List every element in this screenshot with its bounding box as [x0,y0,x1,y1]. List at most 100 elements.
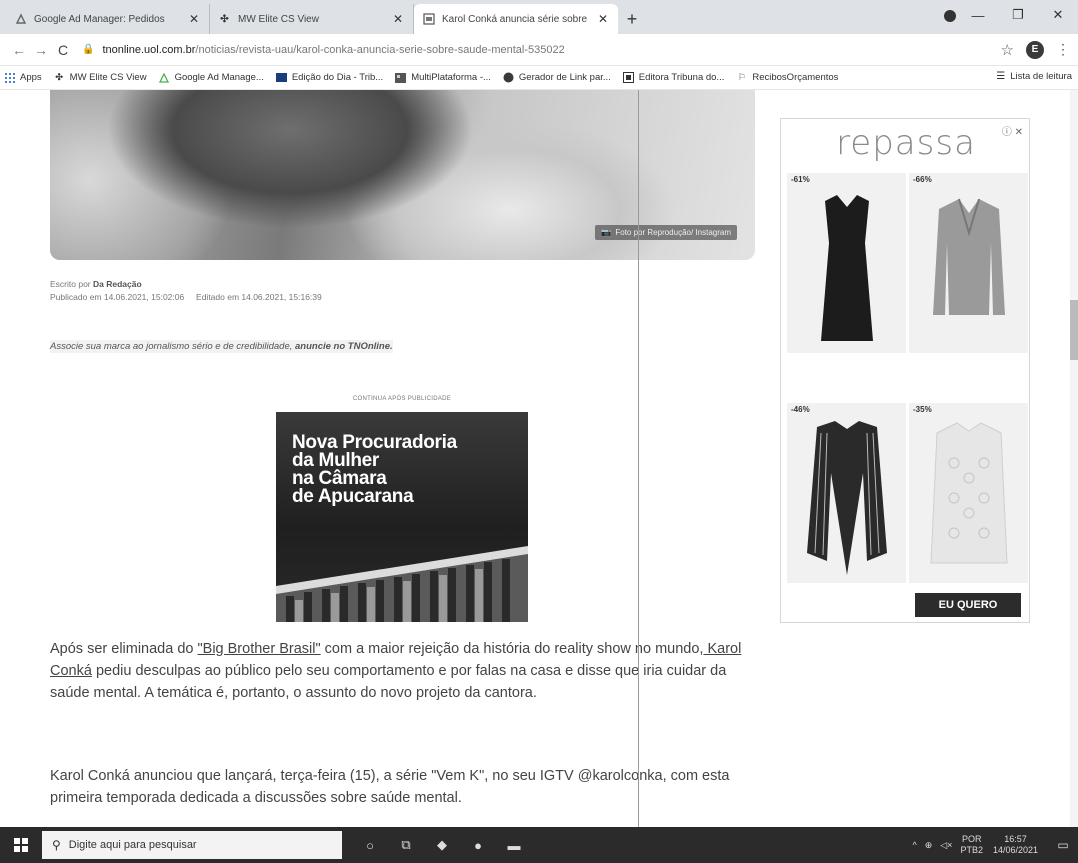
forward-icon[interactable]: → [30,42,52,58]
article-paragraph-2: Karol Conká anunciou que lançará, terça-… [50,768,730,806]
browser-toolbar: ← → C 🔒 tnonline.uol.com.br/noticias/rev… [0,34,1078,66]
article-paragraph-1: Após ser eliminada do "Big Brother Brasi… [50,641,742,701]
notification-icon[interactable]: ▭ [1048,838,1078,852]
app-taskbar-icon[interactable]: ● [460,838,496,853]
article-byline: Escrito por Da Redação Publicado em 14.0… [50,278,322,304]
bookmarks-bar: Apps ✣ MW Elite CS View Google Ad Manage… [0,66,1078,90]
lock-icon: 🔒 [82,44,95,55]
article-hero-image: 📷 Foto por Reprodução/ Instagram [50,90,755,260]
windows-logo-icon [14,838,28,852]
bookmark-label: Editora Tribuna do... [638,72,725,83]
eu-quero-button[interactable]: EU QUERO [915,593,1021,617]
bookmark-label: RecibosOrçamentos [752,72,839,83]
inline-ad-banner[interactable]: Nova Procuradoria da Mulher na Câmara de… [276,412,528,622]
bookmark-gerador-de-link[interactable]: Gerador de Link par... [503,72,611,83]
window-controls: — ❐ ✕ [958,0,1078,30]
product-card[interactable]: -61% [787,173,906,353]
close-tab-icon[interactable]: ✕ [596,12,610,26]
extension-icon[interactable] [944,10,956,22]
reading-list-button[interactable]: ☰ Lista de leitura [996,71,1072,82]
ad-brand-logo: repassa [836,123,976,163]
bookmark-mw-elite[interactable]: ✣ MW Elite CS View [54,72,147,83]
task-view-icon[interactable]: ⧉ [388,837,424,853]
scrollbar-thumb[interactable] [1070,300,1078,360]
whatsapp-icon [503,72,514,83]
search-icon: ⚲ [52,838,61,852]
file-explorer-icon[interactable]: ▬ [496,838,532,853]
chevron-up-icon[interactable]: ^ [912,840,916,850]
close-tab-icon[interactable]: ✕ [391,12,405,26]
promo-text: Associe sua marca ao jornalismo sério e … [50,341,293,352]
published-date: Publicado em 14.06.2021, 15:02:06 [50,292,185,302]
reading-list-icon: ☰ [996,71,1006,82]
edicao-icon [275,72,287,83]
discount-badge: -61% [791,175,810,184]
camera-icon: 📷 [601,228,612,237]
volume-icon[interactable]: ◁× [940,840,952,851]
editora-icon [622,72,634,83]
mw-icon: ✣ [220,13,229,25]
bookmark-label: MW Elite CS View [69,72,147,83]
bookmark-label: Apps [20,72,42,83]
tab-title: Karol Conká anuncia série sobre [442,13,588,25]
page-content: 📷 Foto por Reprodução/ Instagram Escrito… [0,90,1078,827]
ad-manager-icon [14,13,27,26]
taskbar-search-input[interactable]: ⚲ Digite aqui para pesquisar [42,831,342,859]
lace-top-image [930,422,1008,564]
tab-title: Google Ad Manager: Pedidos [34,13,165,25]
bookmark-editora-tribuna[interactable]: Editora Tribuna do... [622,72,725,83]
system-tray: ^ ⊕ ◁× POR PTB2 16:57 14/06/2021 ▭ [912,827,1078,863]
bookmark-label: MultiPlataforma -... [411,72,491,83]
close-tab-icon[interactable]: ✕ [187,12,201,26]
tab-mw-elite[interactable]: ✣ MW Elite CS View ✕ [210,4,414,34]
edited-date: Editado em 14.06.2021, 15:16:39 [196,292,322,302]
bookmark-edicao-do-dia[interactable]: Edição do Dia - Trib... [275,72,384,83]
reload-icon[interactable]: C [52,42,74,58]
bookmark-multiplataforma[interactable]: MultiPlataforma -... [395,72,491,83]
bookmark-label: Google Ad Manage... [174,72,264,83]
maximize-icon[interactable]: ❐ [998,7,1038,23]
ad-close-icon[interactable]: ⓘ ✕ [1002,123,1023,138]
windows-taskbar: ⚲ Digite aqui para pesquisar ○ ⧉ ◆ ● ▬ ^… [0,827,1078,863]
cortana-icon[interactable]: ○ [352,838,388,853]
url-path: /noticias/revista-uau/karol-conka-anunci… [195,43,565,56]
promo-banner: Associe sua marca ao jornalismo sério e … [50,340,393,353]
discount-badge: -46% [791,405,810,414]
taskbar-clock[interactable]: 16:57 14/06/2021 [993,834,1038,856]
product-card[interactable]: -66% [909,173,1028,353]
tab-google-ad-manager[interactable]: Google Ad Manager: Pedidos ✕ [6,4,210,34]
bookmark-apps[interactable]: Apps [4,72,42,83]
page-scrollbar[interactable] [1070,90,1078,827]
tab-strip: Google Ad Manager: Pedidos ✕ ✣ MW Elite … [0,0,1078,34]
product-card[interactable]: -35% [909,403,1028,583]
product-card[interactable]: -46% [787,403,906,583]
bookmark-star-icon[interactable]: ☆ [1001,41,1014,59]
bookmark-label: Edição do Dia - Trib... [291,72,384,83]
bookmark-google-ad-manager[interactable]: Google Ad Manage... [159,72,264,83]
multiplataforma-icon [395,72,407,83]
language-indicator[interactable]: POR PTB2 [960,834,983,856]
back-icon[interactable]: ← [8,42,30,58]
address-bar[interactable]: 🔒 tnonline.uol.com.br/noticias/revista-u… [82,38,991,62]
sidebar-ad[interactable]: repassa ⓘ ✕ -61% -66% -46% -35% EU QUERO [780,118,1030,623]
close-window-icon[interactable]: ✕ [1038,7,1078,23]
link-big-brother-brasil[interactable]: "Big Brother Brasil" [198,641,321,657]
ad-label: CONTINUA APÓS PUBLICIDADE [352,396,452,402]
network-icon[interactable]: ⊕ [925,840,933,851]
written-by-label: Escrito por [50,279,91,289]
tab-karol-conka[interactable]: Karol Conká anuncia série sobre ✕ [414,4,618,34]
cardigan-image [807,421,887,575]
profile-avatar[interactable]: E [1026,40,1044,59]
author-name[interactable]: Da Redação [93,279,142,289]
minimize-icon[interactable]: — [958,8,998,23]
ad-title: Nova Procuradoria da Mulher na Câmara de… [292,432,457,507]
start-button[interactable] [0,827,42,863]
bookmark-label: Gerador de Link par... [518,72,611,83]
divider-line [638,90,639,827]
browser-taskbar-icon[interactable]: ◆ [424,837,460,853]
new-tab-button[interactable]: + [618,4,646,34]
bookmark-recibos[interactable]: ⚐ RecibosOrçamentos [736,72,839,83]
photo-credit: 📷 Foto por Reprodução/ Instagram [595,225,737,240]
menu-icon[interactable]: ⋮ [1056,41,1070,58]
promo-link[interactable]: anuncie no TNOnline. [295,341,393,352]
